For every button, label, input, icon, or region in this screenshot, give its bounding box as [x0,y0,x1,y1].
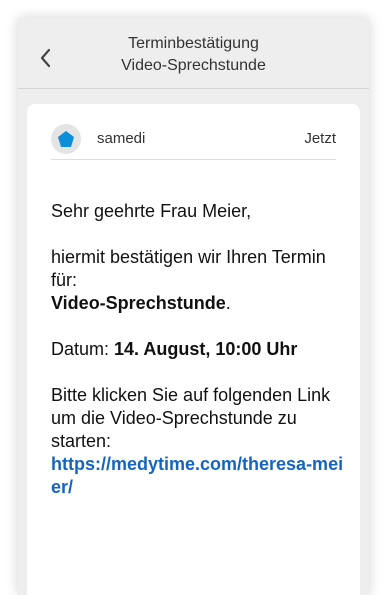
message-time: Jetzt [304,130,336,147]
sender-name: samedi [97,130,146,147]
avatar [51,124,81,154]
message-body: Sehr geehrte Frau Meier, hiermit bestäti… [51,200,348,522]
title-line-2: Video-Sprechstunde [121,57,266,74]
back-button[interactable] [32,44,60,72]
date-label: Datum: [51,339,115,359]
confirm-paragraph: hiermit bestätigen wir Ihren Termin für:… [51,246,348,315]
appointment-suffix: . [225,293,231,313]
chevron-left-icon [40,48,51,68]
pentagon-icon [58,131,74,147]
date-paragraph: Datum: 14. August, 10:00 Uhr [51,338,348,361]
greeting: Sehr geehrte Frau Meier, [51,201,252,221]
confirm-text: hiermit bestätigen wir Ihren Termin für: [51,247,326,290]
title-line-1: Terminbestätigung [128,35,259,52]
message-card: samedi Jetzt Sehr geehrte Frau Meier, hi… [27,104,360,595]
appointment-type: Video-Sprechstunde [51,293,226,313]
instructions-text: Bitte klicken Sie auf folgenden Link um … [51,385,331,451]
date-value: 14. August, 10:00 Uhr [114,339,298,359]
nav-header: Terminbestätigung Video-Sprechstunde [18,18,369,89]
message-header: samedi Jetzt [51,124,336,160]
video-link[interactable]: https://medytime.com/theresa-meier/ [51,454,343,497]
instructions-paragraph: Bitte klicken Sie auf folgenden Link um … [51,384,348,499]
phone-screen: Terminbestätigung Video-Sprechstunde sam… [18,18,369,595]
page-title: Terminbestätigung Video-Sprechstunde [78,33,309,77]
